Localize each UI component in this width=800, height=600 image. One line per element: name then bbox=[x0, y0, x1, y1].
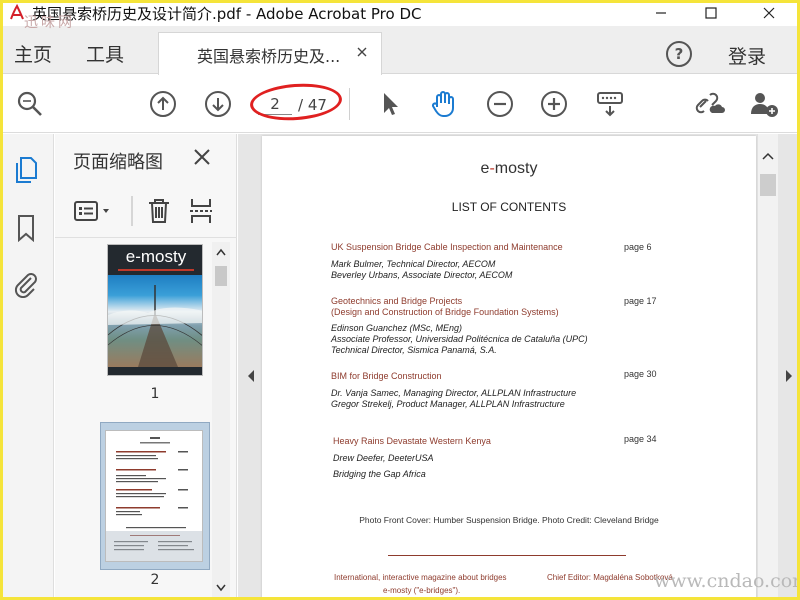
keyboard-down-icon[interactable] bbox=[594, 88, 626, 120]
watermark-bottom: www.cndao.com bbox=[654, 570, 800, 592]
tab-home[interactable]: 主页 bbox=[14, 40, 52, 67]
document-scrollbar[interactable] bbox=[757, 134, 778, 600]
panel-tool-separator bbox=[131, 196, 133, 226]
toc-entry-title[interactable]: Heavy Rains Devastate Western Kenya bbox=[333, 436, 491, 446]
cover-brand-text: e-mosty bbox=[125, 247, 187, 266]
toc-entry-author: Dr. Vanja Samec, Managing Director, ALLP… bbox=[331, 388, 577, 398]
maximize-button[interactable] bbox=[688, 0, 734, 26]
next-page-icon[interactable] bbox=[202, 88, 234, 120]
page-thumbnails-icon[interactable] bbox=[10, 154, 42, 186]
toc-entry-author: Mark Bulmer, Technical Director, AECOM bbox=[331, 259, 496, 269]
toc-entry-author: Bridging the Gap Africa bbox=[333, 469, 426, 479]
red-annotation-ellipse bbox=[248, 80, 344, 124]
document-tab-label: 英国悬索桥历史及... bbox=[197, 47, 341, 66]
toc-entry-author: Edinson Guanchez (MSc, MEng) bbox=[331, 323, 463, 333]
toc-entry-title[interactable]: BIM for Bridge Construction bbox=[331, 371, 442, 381]
toc-entry-page: page 17 bbox=[624, 296, 657, 306]
navigation-rail bbox=[0, 134, 54, 600]
scroll-down-arrow-icon[interactable] bbox=[215, 582, 227, 594]
toc-entry-author: Beverley Urbans, Associate Director, AEC… bbox=[331, 270, 513, 280]
share-link-icon[interactable] bbox=[694, 88, 726, 120]
add-user-icon[interactable] bbox=[748, 88, 780, 120]
hand-tool-icon[interactable] bbox=[428, 88, 460, 120]
toc-entry-author: Associate Professor, Universidad Politéc… bbox=[331, 334, 588, 344]
toc-entry-author: Gregor Strekelj, Product Manager, ALLPLA… bbox=[331, 399, 565, 409]
toc-title: LIST OF CONTENTS bbox=[451, 200, 567, 214]
thumbnail-scroll-thumb[interactable] bbox=[215, 266, 227, 286]
scroll-up-arrow-icon[interactable] bbox=[215, 246, 227, 258]
thumbnail-page-number: 1 bbox=[150, 386, 160, 402]
thumbnail-page-number: 2 bbox=[150, 572, 160, 588]
tab-tools[interactable]: 工具 bbox=[86, 40, 124, 67]
close-window-button[interactable] bbox=[746, 0, 792, 26]
toc-entry-page: page 30 bbox=[624, 369, 657, 379]
scroll-up-arrow-icon[interactable] bbox=[762, 150, 774, 162]
zoom-in-icon[interactable] bbox=[538, 88, 570, 120]
document-scroll-thumb[interactable] bbox=[760, 174, 776, 196]
thumbnail-panel-title: 页面缩略图 bbox=[73, 152, 163, 173]
toolbar-separator bbox=[349, 88, 350, 120]
toolbar: 2 / 47 bbox=[0, 75, 800, 133]
collapse-left-panel-icon[interactable] bbox=[246, 368, 256, 382]
window-title: 英国悬索桥历史及设计简介.pdf - Adobe Acrobat Pro DC bbox=[32, 4, 422, 23]
expand-right-panel-icon[interactable] bbox=[784, 368, 794, 382]
login-button[interactable]: 登录 bbox=[728, 42, 766, 69]
thumbnail-scrollbar[interactable] bbox=[212, 242, 230, 598]
toc-entry-page: page 6 bbox=[624, 242, 652, 252]
toc-entry-title[interactable]: Geotechnics and Bridge Projects bbox=[331, 296, 462, 306]
thumbnail-panel: 页面缩略图 e-mosty 1 2 bbox=[55, 134, 237, 600]
select-cursor-icon[interactable] bbox=[374, 88, 406, 120]
zoom-out-icon[interactable] bbox=[484, 88, 516, 120]
help-button[interactable]: ? bbox=[666, 41, 692, 67]
minimize-button[interactable] bbox=[638, 0, 684, 26]
magazine-brand: e-mosty bbox=[480, 160, 538, 177]
footer-left-text: e-mosty ("e-bridges"). bbox=[383, 586, 461, 595]
toc-entry-author: Drew Deefer, DeeterUSA bbox=[333, 453, 434, 463]
toc-entry-title[interactable]: UK Suspension Bridge Cable Inspection an… bbox=[331, 242, 563, 252]
watermark-top: 迅味网 bbox=[24, 15, 75, 31]
cover-photo bbox=[108, 275, 202, 367]
delete-page-icon[interactable] bbox=[143, 196, 175, 226]
toc-entry-author: Technical Director, Sismica Panamá, S.A. bbox=[331, 345, 497, 355]
thumbnail-page-2[interactable] bbox=[105, 430, 203, 562]
close-panel-icon[interactable] bbox=[193, 148, 213, 168]
thumbnail-toolbar bbox=[55, 184, 237, 238]
thumbnail-list: e-mosty 1 2 bbox=[55, 240, 213, 600]
footer-rule bbox=[388, 555, 626, 556]
thumbnail-options-dropdown[interactable] bbox=[71, 196, 115, 226]
close-tab-icon[interactable] bbox=[353, 43, 371, 61]
attachment-icon[interactable] bbox=[10, 268, 42, 300]
insert-page-icon[interactable] bbox=[185, 196, 217, 226]
tab-document[interactable]: 英国悬索桥历史及... bbox=[158, 32, 382, 75]
photo-credit: Photo Front Cover: Humber Suspension Bri… bbox=[359, 515, 659, 525]
thumbnail-page-1[interactable]: e-mosty bbox=[107, 244, 203, 376]
footer-left-text: International, interactive magazine abou… bbox=[334, 573, 507, 582]
pdf-page[interactable]: e-mosty LIST OF CONTENTS UK Suspension B… bbox=[262, 136, 756, 600]
toc-entry-page: page 34 bbox=[624, 434, 657, 444]
previous-page-icon[interactable] bbox=[147, 88, 179, 120]
toc-entry-subtitle: (Design and Construction of Bridge Found… bbox=[331, 307, 559, 317]
search-zoom-icon[interactable] bbox=[14, 88, 46, 120]
title-bar: 英国悬索桥历史及设计简介.pdf - Adobe Acrobat Pro DC bbox=[0, 0, 800, 26]
bookmark-icon[interactable] bbox=[10, 212, 42, 244]
